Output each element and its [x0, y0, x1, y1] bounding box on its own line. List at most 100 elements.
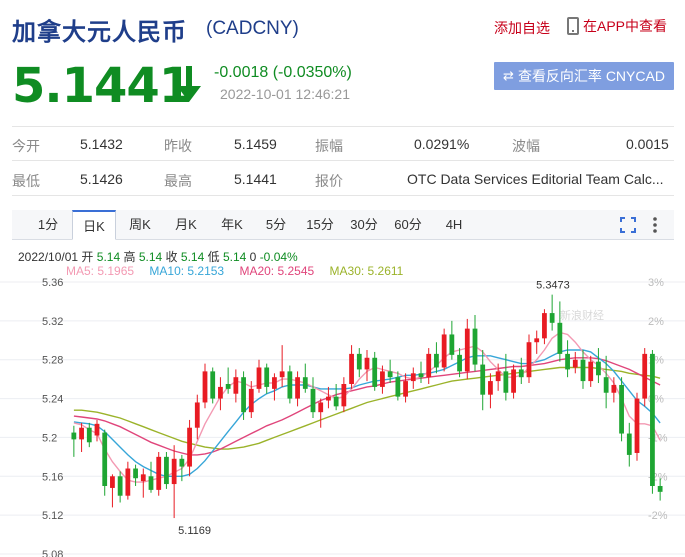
candle	[272, 377, 277, 389]
tab-1min[interactable]: 1分	[26, 210, 70, 240]
candle	[86, 427, 92, 443]
candle	[603, 377, 609, 393]
candle	[619, 384, 624, 434]
min-annotation: 5.1169	[178, 525, 211, 537]
kline-chart-canvas: 5.365.325.285.245.25.165.125.083%2%1%0%-…	[0, 277, 685, 557]
add-favorite-link[interactable]: 添加自选	[494, 18, 550, 38]
candle	[71, 432, 77, 440]
candle	[94, 423, 100, 436]
ma5-legend: MA5: 5.1965	[66, 264, 135, 278]
candle	[480, 364, 486, 395]
candle	[326, 396, 331, 401]
ohlc-info: 2022/10/01 开 5.14 高 5.14 收 5.14 低 5.14 0…	[18, 248, 298, 265]
bar-pct: -0.04%	[259, 250, 298, 264]
candle	[626, 433, 632, 455]
tab-4h[interactable]: 4H	[432, 210, 476, 240]
candle	[302, 377, 308, 389]
pct-tick-label: 2%	[648, 316, 664, 328]
amplitude-label: 振幅	[315, 138, 343, 154]
y-tick-label: 5.12	[42, 510, 63, 522]
y-tick-label: 5.32	[42, 316, 63, 328]
candle	[187, 427, 192, 467]
bar-open: 5.14	[96, 250, 121, 264]
view-in-app-link[interactable]: 在APP中查看	[567, 16, 667, 36]
bar-close: 5.14	[180, 250, 205, 264]
candle	[148, 476, 154, 490]
page-title: 加拿大元人民币	[12, 19, 187, 46]
stats-table: 今开 5.1432 昨收 5.1459 振幅 0.0291% 波幅 0.0015…	[12, 126, 674, 196]
reverse-rate-label: 查看反向汇率 CNYCAD	[517, 68, 665, 84]
bar-low: 5.14	[222, 250, 247, 264]
quote-source-value: OTC Data Services Editorial Team Calc...	[407, 171, 664, 187]
price-change: -0.0018 (-0.0350%)	[214, 64, 352, 81]
close-lbl: 收	[165, 250, 178, 264]
candle	[156, 456, 162, 490]
open-lbl: 开	[81, 250, 94, 264]
tab-5min[interactable]: 5分	[254, 210, 298, 240]
candle	[364, 357, 370, 370]
candle	[102, 432, 108, 486]
low-value: 5.1426	[80, 171, 123, 187]
ma10-legend: MA10: 5.2153	[149, 264, 225, 278]
candle	[449, 334, 455, 355]
swap-icon: ⇄	[503, 68, 514, 83]
candle	[387, 371, 393, 378]
quote-source-label: 报价	[315, 173, 343, 189]
candle	[580, 359, 586, 382]
candle	[588, 361, 594, 382]
candle	[210, 371, 216, 399]
candle	[511, 369, 516, 393]
tab-yearly[interactable]: 年K	[210, 210, 254, 240]
candle	[518, 369, 524, 378]
high-lbl: 高	[123, 250, 136, 264]
candle	[642, 353, 648, 399]
candle	[650, 353, 655, 486]
amplitude-value: 0.0291%	[414, 136, 470, 152]
candle	[611, 384, 617, 393]
candle	[549, 313, 555, 323]
open-value: 5.1432	[80, 136, 123, 152]
fullscreen-icon[interactable]	[620, 217, 636, 233]
candle	[349, 353, 354, 384]
candle	[125, 468, 131, 496]
ma30-legend: MA30: 5.2611	[329, 264, 404, 278]
candle	[526, 342, 532, 378]
candle	[557, 322, 563, 354]
open-label: 今开	[12, 138, 40, 154]
candle	[418, 373, 424, 378]
reverse-rate-button[interactable]: ⇄ 查看反向汇率 CNYCAD	[494, 62, 674, 90]
candle	[426, 353, 432, 378]
kline-chart[interactable]: 5.36 5.32 5.28 5.24 5.2 5.16 5.12 5.08 3% 2% 1% 0% -…	[0, 244, 685, 557]
candle	[310, 388, 316, 413]
quote-time: 2022-10-01 12:46:21	[220, 86, 350, 102]
y-tick-label: 5.36	[42, 277, 63, 289]
quote-row: 5.1441 -0.0018 (-0.0350%) 2022-10-01 12:…	[12, 58, 674, 118]
pct-tick-label: 3%	[648, 277, 664, 289]
candle	[488, 381, 493, 395]
candle	[264, 367, 270, 387]
prev-close-value: 5.1459	[234, 136, 277, 152]
candle	[279, 371, 285, 378]
tab-weekly[interactable]: 周K	[118, 210, 162, 240]
candle	[333, 396, 339, 407]
high-value: 5.1441	[234, 171, 277, 187]
candle	[434, 353, 439, 368]
tab-daily[interactable]: 日K	[72, 210, 116, 240]
high-label: 最高	[164, 173, 192, 189]
candle	[634, 398, 640, 453]
candle	[248, 388, 254, 413]
more-options-icon[interactable]	[652, 216, 658, 234]
period-tabs: 1分 日K 周K 月K 年K 5分 15分 30分 60分 4H	[12, 210, 674, 240]
tab-60min[interactable]: 60分	[386, 210, 430, 240]
candle	[472, 328, 478, 365]
current-price: 5.1441	[12, 58, 192, 114]
candle	[380, 371, 385, 387]
tab-30min[interactable]: 30分	[342, 210, 386, 240]
candle	[110, 476, 115, 488]
tab-15min[interactable]: 15分	[298, 210, 342, 240]
candle	[218, 386, 223, 399]
candle	[133, 468, 138, 479]
candle	[565, 353, 570, 370]
candle	[441, 334, 447, 368]
tab-monthly[interactable]: 月K	[164, 210, 208, 240]
